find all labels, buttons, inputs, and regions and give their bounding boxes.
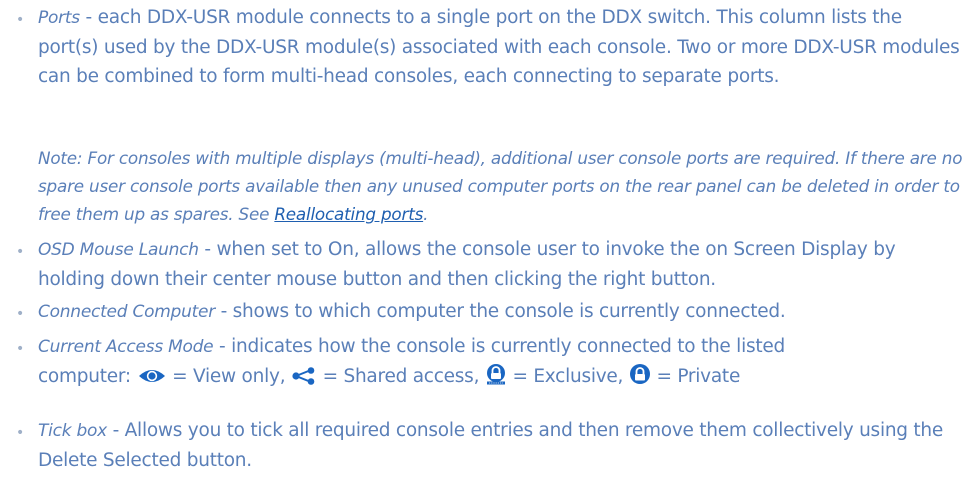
term-tick-box: Tick box — [38, 421, 107, 441]
bullet: • — [16, 244, 25, 260]
view-only-label: = View only, — [166, 366, 291, 387]
term-connected-computer: Connected Computer — [38, 302, 215, 322]
desc-connected-computer: - shows to which computer the console is… — [214, 301, 786, 322]
desc-ports: - each DDX-USR module connects to a sing… — [38, 7, 960, 87]
private-label: = Private — [650, 366, 741, 387]
list-item-ports: Ports - each DDX-USR module connects to … — [38, 3, 966, 91]
bullet: • — [16, 425, 25, 441]
list-item-connected-computer: Connected Computer - shows to which comp… — [38, 297, 966, 327]
share-icon — [292, 367, 315, 385]
document-body: • Ports - each DDX-USR module connects t… — [0, 0, 971, 488]
shared-access-label: = Shared access, — [316, 366, 485, 387]
term-current-access-mode: Current Access Mode — [38, 337, 214, 357]
note-text: Note: For consoles with multiple display… — [38, 148, 963, 224]
desc-current-access-mode: - indicates how the console is currently… — [213, 336, 785, 357]
list-item-current-access-mode: Current Access Mode - indicates how the … — [38, 332, 966, 391]
bullet: • — [16, 12, 25, 28]
desc-tick-box: - Allows you to tick all required consol… — [38, 420, 944, 471]
padlock-icon — [629, 364, 650, 384]
list-item-tick-box: Tick box - Allows you to tick all requir… — [38, 416, 966, 475]
list-item-osd-mouse-launch: OSD Mouse Launch - when set to On, allow… — [38, 235, 966, 294]
bullet: • — [16, 306, 25, 322]
padlock-keyboard-icon — [486, 364, 505, 385]
term-osd-mouse-launch: OSD Mouse Launch — [38, 240, 199, 260]
access-mode-line-2: computer: = View only, = Shared access, — [38, 362, 966, 391]
term-ports: Ports — [38, 8, 80, 28]
exclusive-label: = Exclusive, — [506, 366, 629, 387]
reallocating-ports-link[interactable]: Reallocating ports — [274, 204, 423, 224]
bullet: • — [16, 341, 25, 357]
eye-icon — [138, 370, 165, 382]
note-suffix: . — [423, 204, 429, 224]
note-multi-head: Note: For consoles with multiple display… — [38, 144, 970, 228]
access-mode-line-1: Current Access Mode - indicates how the … — [38, 332, 966, 362]
computer-label: computer: — [38, 366, 137, 387]
